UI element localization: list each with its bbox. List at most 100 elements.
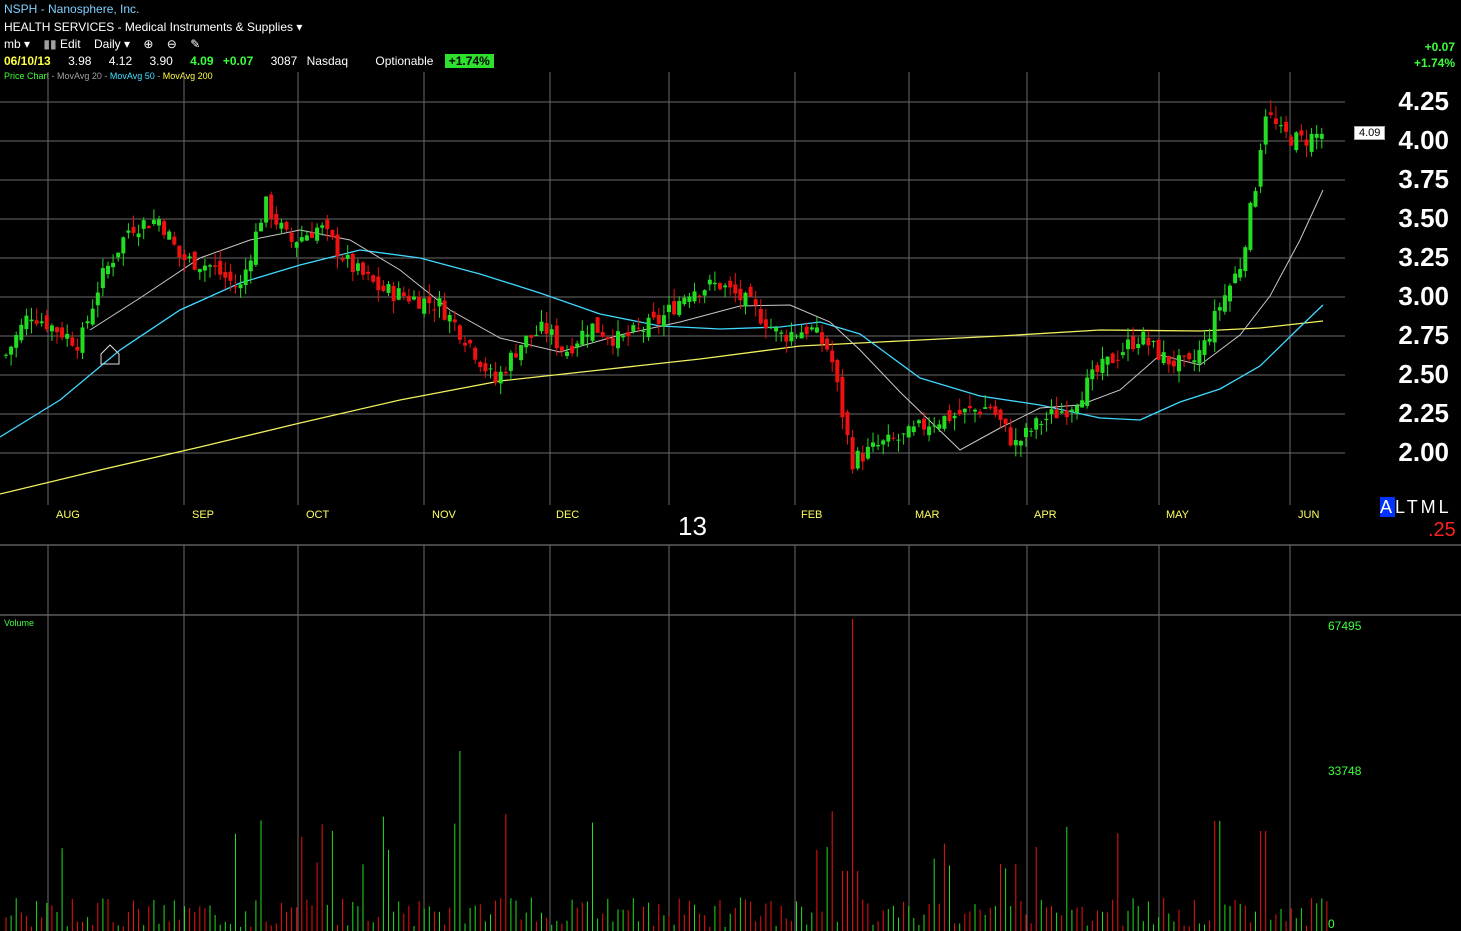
candle-body (554, 325, 559, 349)
candle-body (381, 285, 386, 292)
candle-body (70, 337, 75, 346)
x-tick-oct: OCT (306, 509, 330, 521)
candle-body (661, 315, 666, 327)
candle-body (1003, 418, 1008, 425)
candle-body (906, 426, 911, 438)
y-tick-325: 3.25 (1398, 242, 1449, 272)
candle-body (167, 231, 172, 240)
candle-body (916, 420, 921, 424)
candle-body (1151, 341, 1156, 343)
candle-body (1059, 411, 1064, 413)
y-tick-300: 3.00 (1398, 281, 1449, 311)
candle-body (1131, 336, 1136, 350)
candle-body (1268, 112, 1273, 116)
candle-body (304, 235, 309, 241)
candle-body (488, 368, 493, 370)
candle-body (187, 256, 192, 259)
candle-body (457, 325, 462, 340)
candle-body (483, 363, 488, 372)
candle-body (437, 298, 442, 307)
candle-body (1013, 440, 1018, 446)
candle-body (34, 320, 39, 324)
candle-body (876, 445, 881, 447)
candle-body (355, 263, 360, 271)
x-tick-apr: APR (1034, 509, 1057, 521)
candle-body (932, 425, 937, 427)
candle-body (585, 334, 590, 337)
candle-body (29, 319, 34, 322)
candle-body (605, 337, 610, 339)
candle-body (1069, 409, 1074, 412)
candle-body (718, 283, 722, 290)
candle-body (692, 291, 697, 302)
candle-body (294, 242, 299, 248)
candle-body (1085, 377, 1090, 406)
candle-body (157, 219, 161, 226)
candle-body (743, 292, 748, 307)
candle-body (656, 314, 661, 324)
candle-body (141, 220, 146, 229)
candle-body (1177, 355, 1181, 372)
candle-body (1049, 409, 1054, 415)
candle-body (177, 245, 182, 258)
last-price-marker: 4.09 (1354, 126, 1386, 140)
candle-body (279, 222, 284, 229)
candle-body (65, 333, 70, 339)
candle-body (100, 268, 105, 289)
candle-body (111, 262, 116, 268)
candle-body (1126, 339, 1130, 350)
candle-body (677, 301, 682, 316)
candle-body (335, 234, 340, 257)
candle-body (600, 332, 605, 337)
candle-body (702, 290, 707, 296)
candle-body (1075, 405, 1079, 414)
candle-body (493, 371, 498, 383)
candle-body (947, 410, 952, 422)
candle-body (651, 311, 656, 318)
candle-body (401, 292, 406, 297)
candle-body (396, 288, 401, 300)
candle-body (151, 219, 156, 224)
candle-body (14, 335, 19, 348)
candle-body (641, 330, 646, 332)
candle-body (565, 351, 569, 356)
candle-body (1120, 352, 1125, 356)
candle-body (1166, 355, 1171, 365)
candle-body (223, 272, 228, 278)
candle-body (549, 329, 554, 335)
tool-selector[interactable]: ALTML (1380, 497, 1452, 518)
candle-body (1319, 133, 1324, 139)
tool-other-letters[interactable]: LTML (1395, 497, 1452, 517)
candle-body (922, 418, 926, 430)
price-chart[interactable] (0, 0, 1461, 931)
candle-body (1187, 353, 1192, 360)
candle-body (259, 222, 263, 232)
candle-body (860, 453, 865, 462)
candle-body (1029, 430, 1034, 432)
candle-body (243, 269, 248, 285)
candle-body (202, 265, 207, 271)
candle-body (218, 260, 223, 275)
candle-body (325, 219, 330, 230)
candle-body (427, 296, 432, 304)
tool-selected-letter[interactable]: A (1380, 497, 1396, 517)
x-tick-mar: MAR (915, 509, 940, 521)
candle-body (672, 301, 677, 315)
candle-body (707, 279, 712, 285)
candle-body (794, 335, 799, 337)
candle-body (621, 335, 626, 338)
candle-body (1309, 133, 1314, 152)
candle-body (213, 265, 218, 267)
candle-body (315, 227, 320, 241)
candle-body (667, 304, 671, 313)
candle-body (1110, 353, 1115, 364)
candle-body (728, 280, 733, 288)
candle-body (983, 407, 988, 409)
candle-body (1141, 331, 1146, 345)
candle-body (1289, 136, 1294, 146)
candle-body (299, 237, 304, 242)
candle-body (463, 342, 467, 346)
candle-body (590, 323, 595, 341)
candle-body (432, 309, 437, 311)
candle-body (284, 221, 289, 230)
